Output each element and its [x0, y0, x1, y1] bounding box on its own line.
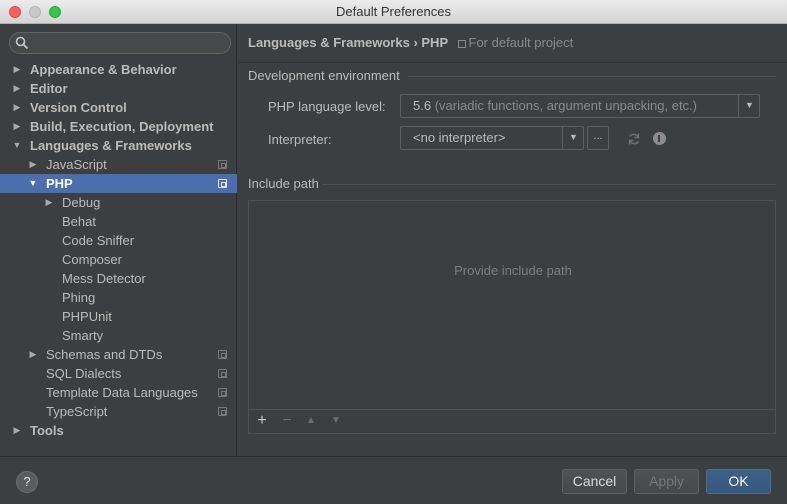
minimize-window-button[interactable] — [29, 6, 41, 18]
sidebar-item-phpunit[interactable]: PHPUnit — [0, 307, 237, 326]
sidebar-item-label: Behat — [62, 214, 96, 229]
sidebar-item-label: Mess Detector — [62, 271, 146, 286]
sidebar-item-label: JavaScript — [46, 157, 107, 172]
window-title: Default Preferences — [336, 4, 451, 19]
chevron-down-icon[interactable]: ▼ — [738, 95, 759, 117]
sidebar-item-appearance-behavior[interactable]: ▶ Appearance & Behavior — [0, 60, 237, 79]
include-path-section-title: Include path — [248, 176, 319, 191]
sidebar-item-label: PHPUnit — [62, 309, 112, 324]
sidebar-item-label: Composer — [62, 252, 122, 267]
dialog-footer: ? Cancel Apply OK — [0, 456, 787, 504]
sidebar-item-version-control[interactable]: ▶ Version Control — [0, 98, 237, 117]
include-path-toolbar: + − ▲ ▼ — [249, 409, 775, 433]
php-level-select[interactable]: 5.6 (variadic functions, argument unpack… — [400, 94, 760, 118]
sidebar-item-typescript[interactable]: TypeScript — [0, 402, 237, 421]
project-scope-icon — [218, 388, 227, 397]
title-bar: Default Preferences — [0, 0, 787, 24]
sidebar-item-debug[interactable]: ▶ Debug — [0, 193, 237, 212]
move-up-icon[interactable]: ▲ — [303, 413, 319, 429]
include-path-section-line — [322, 184, 776, 185]
collapsed-arrow-icon[interactable]: ▶ — [12, 98, 22, 117]
remove-icon[interactable]: − — [279, 413, 295, 429]
help-button[interactable]: ? — [16, 471, 38, 493]
project-scope-icon — [218, 407, 227, 416]
sidebar-item-label: Template Data Languages — [46, 385, 198, 400]
ok-button[interactable]: OK — [706, 469, 771, 494]
sidebar-item-phing[interactable]: Phing — [0, 288, 237, 307]
collapsed-arrow-icon[interactable]: ▶ — [28, 345, 38, 364]
sidebar-item-sql-dialects[interactable]: SQL Dialects — [0, 364, 237, 383]
sidebar-item-label: Code Sniffer — [62, 233, 135, 248]
add-icon[interactable]: + — [254, 413, 270, 429]
interpreter-label: Interpreter: — [268, 132, 332, 147]
project-scope-icon — [218, 179, 227, 188]
sidebar-item-behat[interactable]: Behat — [0, 212, 237, 231]
sidebar-item-composer[interactable]: Composer — [0, 250, 237, 269]
collapsed-arrow-icon[interactable]: ▶ — [12, 117, 22, 136]
sidebar-item-code-sniffer[interactable]: Code Sniffer — [0, 231, 237, 250]
php-level-value: 5.6 — [413, 98, 432, 113]
sidebar-item-label: Build, Execution, Deployment — [30, 119, 214, 134]
sidebar-item-label: Phing — [62, 290, 96, 305]
collapsed-arrow-icon[interactable]: ▶ — [12, 60, 22, 79]
refresh-icon[interactable] — [627, 132, 641, 146]
project-scope-icon — [218, 350, 227, 359]
browse-interpreter-button[interactable]: ... — [587, 126, 609, 150]
breadcrumb-hint: For default project — [468, 35, 574, 50]
sidebar-item-mess-detector[interactable]: Mess Detector — [0, 269, 237, 288]
project-scope-icon — [218, 160, 227, 169]
cancel-button[interactable]: Cancel — [562, 469, 627, 494]
project-scope-icon — [218, 369, 227, 378]
close-window-button[interactable] — [9, 6, 21, 18]
move-down-icon[interactable]: ▼ — [328, 413, 344, 429]
breadcrumb: Languages & Frameworks › PHP For default… — [248, 34, 573, 52]
zoom-window-button[interactable] — [49, 6, 61, 18]
settings-content-panel: Languages & Frameworks › PHP For default… — [238, 24, 787, 456]
collapsed-arrow-icon[interactable]: ▶ — [12, 79, 22, 98]
sidebar-item-schemas-and-dtds[interactable]: ▶ Schemas and DTDs — [0, 345, 237, 364]
collapsed-arrow-icon[interactable]: ▶ — [12, 421, 22, 440]
sidebar-item-label: Version Control — [30, 100, 127, 115]
include-path-empty-text: Provide include path — [454, 263, 572, 278]
info-icon[interactable] — [653, 132, 666, 145]
settings-tree: ▶ Appearance & Behavior ▶ Editor ▶ Version Co… — [0, 60, 237, 440]
sidebar-item-smarty[interactable]: Smarty — [0, 326, 237, 345]
interpreter-select[interactable]: <no interpreter> ▼ — [400, 126, 584, 150]
sidebar-item-label: SQL Dialects — [46, 366, 122, 381]
sidebar-item-label: Smarty — [62, 328, 104, 343]
sidebar-item-languages-frameworks[interactable]: ▼ Languages & Frameworks — [0, 136, 237, 155]
project-icon — [457, 39, 466, 48]
sidebar-item-javascript[interactable]: ▶ JavaScript — [0, 155, 237, 174]
sidebar-item-label: Editor — [30, 81, 68, 96]
sidebar-item-label: Debug — [62, 195, 101, 210]
include-path-list[interactable]: Provide include path + − ▲ ▼ — [248, 200, 776, 434]
sidebar-item-tools[interactable]: ▶ Tools — [0, 421, 237, 440]
expanded-arrow-icon[interactable]: ▼ — [28, 174, 38, 193]
sidebar-item-label: Schemas and DTDs — [46, 347, 163, 362]
php-level-description: (variadic functions, argument unpacking,… — [434, 98, 698, 113]
settings-sidebar: ▶ Appearance & Behavior ▶ Editor ▶ Version Co… — [0, 24, 237, 456]
breadcrumb-path: Languages & Frameworks › PHP — [248, 35, 448, 50]
sidebar-item-php[interactable]: ▼ PHP — [0, 174, 237, 193]
dev-env-section-line — [408, 76, 776, 77]
collapsed-arrow-icon[interactable]: ▶ — [28, 155, 38, 174]
sidebar-item-template-data-languages[interactable]: Template Data Languages — [0, 383, 237, 402]
sidebar-item-build-execution-deployment[interactable]: ▶ Build, Execution, Deployment — [0, 117, 237, 136]
chevron-down-icon[interactable]: ▼ — [562, 127, 583, 149]
search-icon — [15, 36, 29, 50]
collapsed-arrow-icon[interactable]: ▶ — [44, 193, 54, 212]
sidebar-item-label: Appearance & Behavior — [30, 62, 177, 77]
sidebar-item-label: Tools — [30, 423, 64, 438]
php-level-label: PHP language level: — [268, 99, 386, 114]
settings-search-input[interactable] — [9, 32, 231, 54]
interpreter-value: <no interpreter> — [413, 130, 506, 145]
sidebar-item-editor[interactable]: ▶ Editor — [0, 79, 237, 98]
sidebar-item-label: PHP — [46, 176, 73, 191]
sidebar-item-label: TypeScript — [46, 404, 108, 419]
apply-button[interactable]: Apply — [634, 469, 699, 494]
sidebar-item-label: Languages & Frameworks — [30, 138, 192, 153]
header-divider — [238, 62, 787, 63]
expanded-arrow-icon[interactable]: ▼ — [12, 136, 22, 155]
dev-env-section-title: Development environment — [248, 68, 400, 83]
